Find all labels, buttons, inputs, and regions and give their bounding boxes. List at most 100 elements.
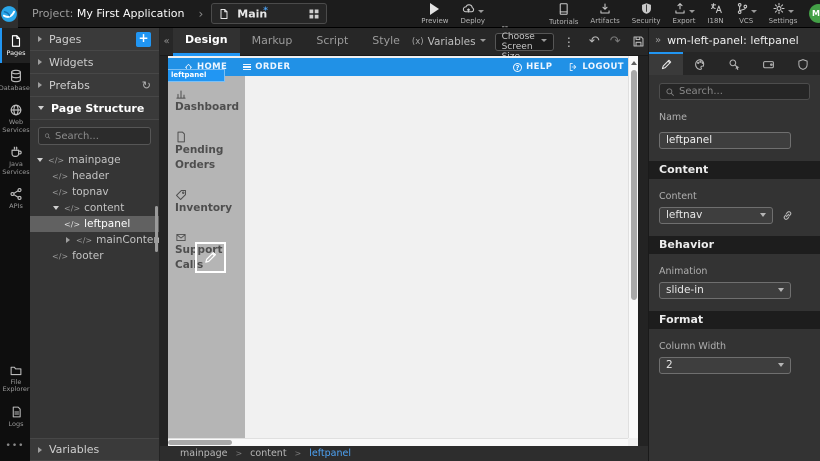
play-icon	[430, 3, 439, 15]
app-navbar[interactable]: HOME ORDER ? HELP LOGOUT	[168, 58, 638, 76]
properties-search-input[interactable]	[679, 86, 799, 97]
tab-markup[interactable]: Markup	[240, 28, 305, 56]
scroll-thumb[interactable]	[168, 440, 232, 445]
help-icon: ?	[513, 63, 522, 72]
export-button[interactable]: Export	[667, 2, 702, 25]
structure-search[interactable]	[38, 127, 151, 145]
rail-item-apis[interactable]: APIs	[0, 181, 30, 216]
code-icon: </>	[52, 188, 68, 197]
deploy-button[interactable]: Deploy	[455, 2, 492, 25]
tutorials-button[interactable]: Tutorials	[543, 2, 584, 26]
redo-button[interactable]: ↷	[610, 34, 621, 49]
pencil-icon	[660, 58, 673, 71]
save-button[interactable]	[632, 35, 645, 48]
animation-select[interactable]: slide-in	[659, 282, 791, 299]
collapse-left-panel-button[interactable]: «	[160, 36, 173, 47]
logout-icon	[568, 62, 578, 72]
breadcrumb-content[interactable]: content	[250, 448, 286, 459]
canvas-horizontal-scrollbar[interactable]	[168, 438, 628, 446]
vcs-button[interactable]: VCS	[730, 2, 763, 25]
tab-device[interactable]	[752, 52, 786, 75]
tab-styles[interactable]	[683, 52, 717, 75]
tab-events[interactable]	[717, 52, 751, 75]
screen-size-select[interactable]: -- Choose Screen Size --	[495, 33, 554, 51]
left-panel-scrollbar[interactable]	[155, 206, 158, 252]
rail-item-databases[interactable]: Databases	[0, 63, 30, 98]
tree-node-header[interactable]: </> header	[30, 168, 159, 184]
rail-item-pages[interactable]: Pages	[0, 28, 30, 63]
artifacts-button[interactable]: Artifacts	[584, 2, 625, 25]
format-section-header: Format	[649, 311, 820, 329]
design-canvas-wrap: HOME ORDER ? HELP LOGOUT	[160, 56, 648, 446]
nav-logout[interactable]: LOGOUT	[568, 62, 624, 72]
tab-style[interactable]: Style	[360, 28, 412, 56]
palette-icon	[694, 58, 707, 71]
canvas-vertical-scrollbar[interactable]	[628, 56, 638, 438]
content-select[interactable]: leftnav	[659, 207, 773, 224]
tab-security[interactable]	[786, 52, 820, 75]
design-canvas[interactable]: HOME ORDER ? HELP LOGOUT	[168, 56, 638, 446]
section-page-structure[interactable]: Page Structure	[30, 97, 159, 120]
structure-search-input[interactable]	[55, 131, 145, 142]
code-icon: </>	[64, 204, 80, 213]
rail-item-java-services[interactable]: Java Services	[0, 139, 30, 181]
tab-script[interactable]: Script	[304, 28, 360, 56]
scroll-thumb[interactable]	[631, 70, 637, 300]
properties-search[interactable]	[659, 83, 810, 100]
api-icon	[9, 187, 23, 201]
refresh-icon[interactable]: ↻	[142, 79, 151, 92]
nav-item-dashboard[interactable]: Dashboard	[168, 88, 245, 115]
column-width-select[interactable]: 2	[659, 357, 791, 374]
rail-item-web-services[interactable]: Web Services	[0, 97, 30, 139]
add-page-button[interactable]: +	[136, 32, 151, 47]
tree-node-content[interactable]: </> content	[30, 200, 159, 216]
nav-order[interactable]: ORDER	[243, 62, 290, 72]
user-avatar[interactable]: MP	[809, 4, 820, 23]
edit-widget-button[interactable]	[195, 242, 226, 273]
breadcrumb-mainpage[interactable]: mainpage	[180, 448, 227, 459]
chevron-down-icon	[541, 39, 547, 42]
tree-node-topnav[interactable]: </> topnav	[30, 184, 159, 200]
variables-icon: (x)	[412, 37, 424, 47]
chevron-down-icon	[751, 10, 757, 13]
undo-button[interactable]: ↶	[589, 34, 600, 49]
name-input[interactable]	[659, 132, 791, 149]
tab-properties[interactable]	[649, 52, 683, 75]
section-widgets[interactable]: Widgets	[30, 51, 159, 74]
expand-panel-button[interactable]: »	[655, 35, 661, 46]
preview-button[interactable]: Preview	[415, 3, 454, 25]
settings-button[interactable]: Settings	[763, 2, 804, 25]
nav-help[interactable]: ? HELP	[513, 62, 552, 72]
more-options-button[interactable]: ⋮	[563, 35, 575, 49]
section-prefabs[interactable]: Prefabs ↻	[30, 74, 159, 97]
tab-design[interactable]: Design	[173, 28, 240, 56]
collapse-icon[interactable]	[66, 237, 70, 243]
section-variables[interactable]: Variables	[30, 438, 159, 461]
expand-icon[interactable]	[53, 206, 59, 210]
security-button[interactable]: Security	[626, 2, 667, 25]
scroll-up-icon[interactable]	[631, 61, 637, 65]
rail-item-file-explorer[interactable]: File Explorer	[0, 358, 30, 399]
expand-icon[interactable]	[37, 158, 43, 162]
tree-node-maincontent[interactable]: </> mainContent	[30, 232, 159, 248]
wavemaker-logo[interactable]	[0, 0, 18, 28]
tree-node-footer[interactable]: </> footer	[30, 248, 159, 264]
code-icon: </>	[52, 172, 68, 181]
rail-more-button[interactable]: •••	[0, 433, 30, 461]
bind-property-button[interactable]	[781, 209, 794, 222]
page-selector[interactable]: Main*	[211, 3, 327, 24]
nav-item-pending-orders[interactable]: Pending Orders	[168, 131, 245, 173]
section-pages[interactable]: Pages +	[30, 28, 159, 51]
tree-node-mainpage[interactable]: </> mainpage	[30, 152, 159, 168]
nav-item-inventory[interactable]: Inventory	[168, 189, 245, 216]
variables-dropdown[interactable]: (x) Variables	[412, 36, 486, 48]
properties-tabs	[649, 52, 820, 75]
tree-node-leftpanel[interactable]: </> leftpanel	[30, 216, 159, 232]
rail-item-logs[interactable]: Logs	[0, 399, 30, 434]
breadcrumb-leftpanel[interactable]: leftpanel	[309, 448, 351, 459]
selected-widget-tag[interactable]: leftpanel	[168, 69, 225, 82]
leftpanel-widget[interactable]: Dashboard Pending Orders Inventory	[168, 76, 245, 438]
i18n-button[interactable]: I18N	[701, 2, 729, 25]
grid-view-icon[interactable]	[308, 8, 320, 20]
name-label: Name	[659, 112, 810, 123]
